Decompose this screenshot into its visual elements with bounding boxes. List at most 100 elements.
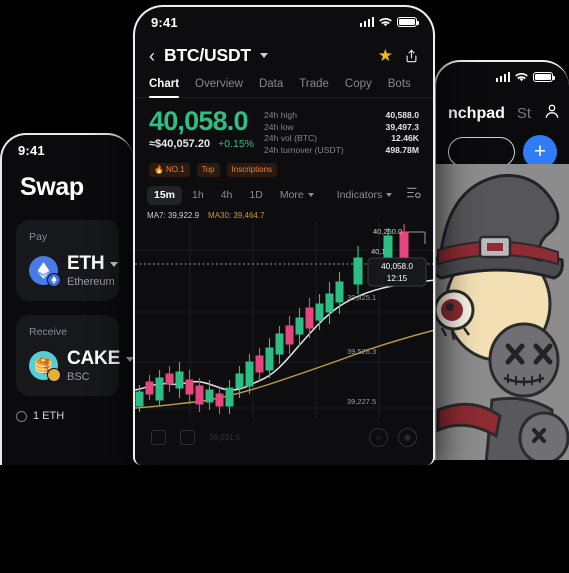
center-status-bar: 9:41 (135, 7, 433, 37)
receive-token-symbol: CAKE (67, 348, 133, 370)
market-stats: 24h high 40,588.0 24h low 39,497.3 24h v… (264, 107, 419, 155)
rate-text: 1 ETH (33, 410, 65, 422)
chevron-down-icon[interactable] (126, 356, 133, 362)
receive-symbol-text: CAKE (67, 348, 121, 369)
pay-token-row[interactable]: ETH Ethereum (29, 253, 119, 288)
status-icons (495, 72, 555, 82)
pay-token-meta: ETH Ethereum (67, 253, 119, 288)
chart-bottom-toolbar[interactable]: 39,031.5 » ◉ (135, 422, 433, 453)
usd-price: ≈$40,057.20 (149, 138, 211, 151)
battery-icon (533, 72, 555, 82)
badge-no1-label: NO.1 (165, 165, 185, 174)
tag-badges: 🔥 NO.1 Top Inscriptions (135, 155, 433, 177)
tab-bots[interactable]: Bots (388, 78, 411, 97)
fast-forward-icon[interactable]: » (369, 427, 388, 447)
star-icon[interactable]: ★ (378, 46, 393, 66)
axis-label-4: 39,526.3 (347, 347, 376, 356)
stat-value-24h-low: 39,497.3 (385, 121, 419, 132)
chart-header: ‹ BTC/USDT ★ (135, 37, 433, 72)
right-status-bar (436, 62, 569, 92)
candlestick-chart[interactable]: 40,250.0 40,1 39,825.1 39,526.3 39,227.5… (135, 221, 435, 424)
ma7-legend: MA7: 39,922.9 (147, 210, 200, 220)
axis-label-high: 40,250.0 (373, 227, 402, 236)
stat-key-24h-high: 24h high (264, 110, 297, 120)
chevron-down-icon (386, 193, 393, 197)
pay-token-symbol: ETH (67, 253, 119, 275)
receive-card[interactable]: Receive 🥞 CAKE BSC (16, 315, 133, 396)
receive-token-row[interactable]: 🥞 CAKE BSC (29, 348, 133, 383)
tooltip-price: 40,058.0 (381, 262, 413, 271)
tab-overview[interactable]: Overview (195, 78, 243, 97)
tab-trade[interactable]: Trade (299, 78, 329, 97)
eye-icon[interactable]: ◉ (398, 427, 417, 447)
indicators-button[interactable]: Indicators (330, 186, 400, 205)
chart-settings-icon[interactable] (407, 186, 421, 204)
stat-key-24h-turnover: 24h turnover (USDT) (264, 144, 344, 155)
right-nav: nchpad St (436, 92, 569, 131)
cellular-icon (495, 72, 510, 82)
last-price: 40,058.0 (149, 106, 249, 136)
stat-key-24h-vol: 24h vol (BTC) (264, 133, 318, 143)
chevron-down-icon[interactable] (259, 53, 268, 58)
timeframe-1d[interactable]: 1D (242, 186, 269, 205)
badge-no1[interactable]: 🔥 NO.1 (149, 162, 190, 177)
battery-icon (397, 17, 419, 27)
axis-label-3: 39,825.1 (347, 293, 376, 302)
pay-network: Ethereum (67, 276, 115, 288)
price-change-percent: +0.15% (218, 138, 254, 151)
character-artwork-svg (436, 164, 569, 460)
indicators-label: Indicators (336, 189, 383, 201)
status-time: 9:41 (151, 14, 178, 30)
moving-average-legend: MA7: 39,922.9 MA30: 39,464.7 (135, 211, 433, 222)
ethereum-badge-icon (51, 276, 57, 284)
ethereum-token-icon (29, 256, 61, 287)
chevron-down-icon[interactable] (110, 261, 119, 267)
search-input[interactable] (448, 137, 515, 167)
quote-section: 40,058.0 ≈$40,057.20 +0.15% 24h high 40,… (135, 98, 433, 155)
left-phone-swap: 9:41 Swap Pay ETH Ethereum Receive 🥞 CAK… (0, 133, 133, 465)
cellular-icon (359, 17, 374, 27)
pancakeswap-token-icon: 🥞 (29, 351, 61, 382)
more-label: More (279, 189, 304, 201)
tab-staking[interactable]: St (517, 105, 531, 122)
refresh-icon[interactable] (16, 410, 27, 422)
stat-key-24h-low: 24h low (264, 121, 294, 132)
stat-value-24h-high: 40,588.0 (385, 110, 419, 120)
witch-hat-character-illustration (436, 164, 569, 460)
price-tooltip: 40,058.0 12:15 (367, 257, 427, 286)
timeframe-1h[interactable]: 1h (185, 186, 211, 205)
drawing-tool-icon[interactable] (151, 429, 166, 445)
wifi-icon (379, 18, 392, 27)
timeframe-15m[interactable]: 15m (147, 185, 183, 205)
tab-copy[interactable]: Copy (345, 78, 372, 97)
chart-svg[interactable]: 40,250.0 40,1 39,825.1 39,526.3 39,227.5… (135, 221, 435, 424)
exchange-rate-row[interactable]: 1 ETH (2, 396, 133, 422)
badge-top[interactable]: Top (196, 162, 220, 177)
layers-icon[interactable] (180, 429, 195, 445)
share-icon[interactable] (404, 48, 419, 64)
tab-data[interactable]: Data (259, 78, 283, 97)
chevron-down-icon (307, 193, 314, 197)
quote-price-block: 40,058.0 ≈$40,057.20 +0.15% (149, 107, 254, 155)
tab-launchpad[interactable]: nchpad (448, 105, 505, 123)
receive-token-meta: CAKE BSC (67, 348, 133, 383)
trading-pair-title[interactable]: BTC/USDT (164, 45, 251, 66)
axis-label-2: 40,1 (371, 247, 386, 256)
badge-inscriptions[interactable]: Inscriptions (226, 162, 278, 177)
person-icon[interactable] (543, 102, 561, 125)
receive-network: BSC (67, 371, 90, 383)
screenshot-stage: 9:41 Swap Pay ETH Ethereum Receive 🥞 CAK… (0, 0, 569, 573)
chevron-left-icon[interactable]: ‹ (149, 47, 155, 65)
pay-card[interactable]: Pay ETH Ethereum (16, 220, 119, 301)
timeframe-4h[interactable]: 4h (214, 186, 240, 205)
flame-icon: 🔥 (154, 165, 164, 174)
more-timeframes-button[interactable]: More (273, 186, 321, 205)
wifi-icon (515, 73, 528, 82)
pay-label: Pay (29, 231, 48, 243)
measure-value: 39,031.5 (209, 432, 241, 442)
status-time: 9:41 (18, 142, 45, 158)
tab-chart[interactable]: Chart (149, 78, 180, 98)
chart-toolbar: 15m 1h 4h 1D More Indicators (135, 177, 433, 211)
center-phone-chart: 9:41 ‹ BTC/USDT ★ Chart Overview Data Tr… (133, 5, 435, 465)
swap-page-title: Swap (20, 173, 84, 201)
